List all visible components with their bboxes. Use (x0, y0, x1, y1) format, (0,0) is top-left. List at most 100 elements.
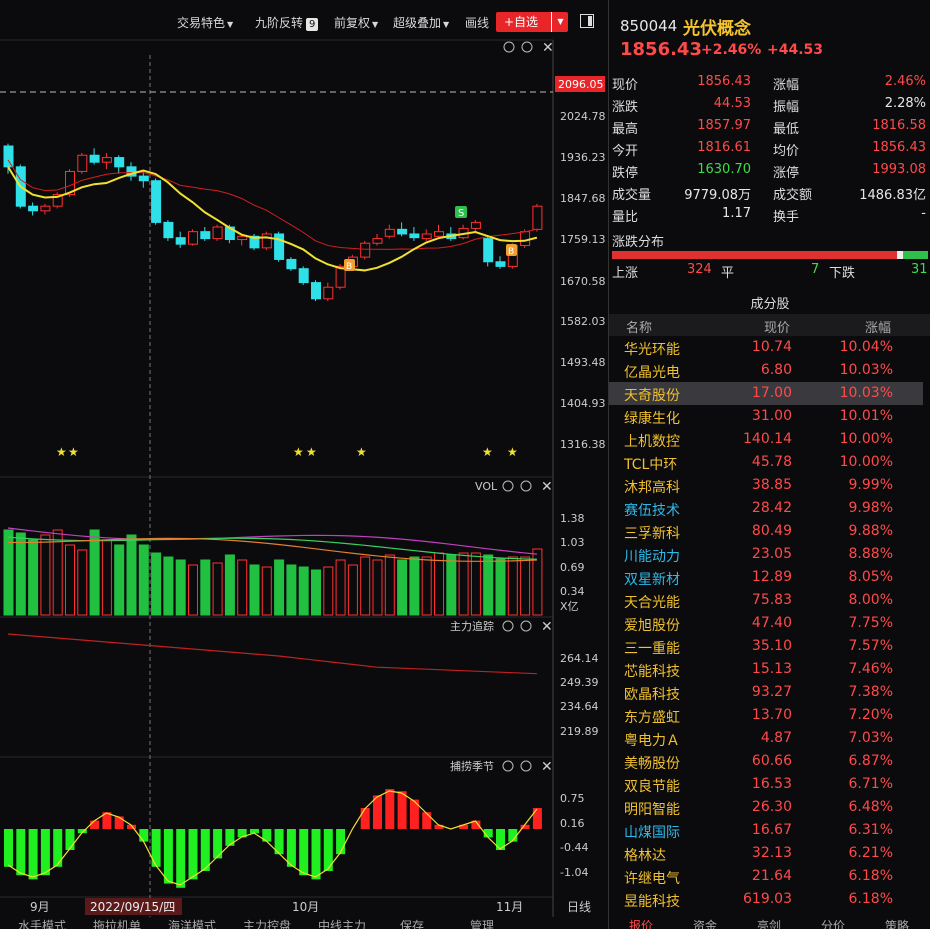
tab-tractor[interactable]: 拖拉机单 (93, 917, 141, 929)
constituent-row[interactable]: 华光环能 10.74 10.04% (609, 336, 923, 359)
constituent-change: 7.57% (848, 638, 893, 654)
candle[interactable] (274, 231, 285, 262)
col-change[interactable]: 涨幅 (865, 317, 891, 336)
constituent-row[interactable]: 赛伍技术 28.42 9.98% (609, 497, 923, 520)
constituent-change: 7.20% (848, 707, 893, 723)
tab-capital[interactable]: 资金 (693, 917, 717, 929)
info-icon[interactable] (520, 620, 532, 632)
constituent-row[interactable]: 三孚新科 80.49 9.88% (609, 520, 923, 543)
volume-bar (495, 558, 506, 616)
close-icon[interactable]: ✕ (541, 479, 553, 495)
candle[interactable] (40, 203, 51, 215)
constituent-row[interactable]: 山煤国际 16.67 6.31% (609, 819, 923, 842)
constituent-row[interactable]: 东方盛虹 13.70 7.20% (609, 704, 923, 727)
candle[interactable] (163, 220, 174, 241)
tab-ocean[interactable]: 海洋模式 (168, 917, 216, 929)
tab-sword[interactable]: 亮剑 (757, 917, 781, 929)
tab-midterm[interactable]: 中线主力 (318, 917, 366, 929)
volume-bar (138, 544, 149, 616)
candle[interactable] (495, 256, 506, 269)
constituent-row[interactable]: 明阳智能 26.30 6.48% (609, 796, 923, 819)
candle[interactable] (458, 224, 469, 240)
down-count: 31 (911, 262, 928, 277)
candle[interactable] (470, 220, 481, 232)
candle[interactable] (151, 178, 162, 225)
tab-sailor[interactable]: 水手模式 (18, 917, 66, 929)
candle[interactable] (397, 222, 408, 237)
candle[interactable] (89, 148, 100, 165)
constituent-row[interactable]: 昱能科技 619.03 6.18% (609, 888, 923, 911)
chart-area[interactable]: 交易特色 ▼ 九阶反转 9 前复权 ▼ 超级叠加 ▼ 画线 +自选 ▼ ★ ★ ★ ★ ★ ★ ★ S… (0, 0, 607, 929)
volume-bar (360, 556, 371, 616)
tab-manage[interactable]: 管理 (470, 917, 494, 929)
season-bar (28, 829, 38, 880)
constituent-row[interactable]: 许继电气 21.64 6.18% (609, 865, 923, 888)
price-tick-label: 1759.13 (560, 233, 606, 246)
candle[interactable] (212, 224, 223, 241)
candle[interactable] (532, 203, 543, 232)
constituent-row[interactable]: 沐邦高科 38.85 9.99% (609, 474, 923, 497)
settings-icon[interactable] (502, 760, 514, 772)
close-icon[interactable]: ✕ (541, 619, 553, 635)
candle[interactable] (384, 224, 395, 239)
constituent-row[interactable]: 美畅股份 60.66 6.87% (609, 750, 923, 773)
tab-save[interactable]: 保存 (400, 917, 424, 929)
close-icon[interactable]: ✕ (541, 759, 553, 775)
season-bar (286, 829, 296, 867)
volume-bar (175, 559, 186, 616)
candle[interactable] (261, 231, 272, 251)
constituent-row[interactable]: 绿康生化 31.00 10.01% (609, 405, 923, 428)
candle[interactable] (421, 229, 432, 241)
volume-bar (470, 552, 481, 616)
quote-label: 现价 (612, 78, 639, 93)
candle[interactable] (101, 152, 112, 170)
candle[interactable] (409, 227, 420, 241)
tab-quote[interactable]: 报价 (629, 917, 653, 929)
constituent-row[interactable]: 上机数控 140.14 10.00% (609, 428, 923, 451)
constituent-row[interactable]: 欧晶科技 93.27 7.38% (609, 681, 923, 704)
info-icon[interactable] (520, 760, 532, 772)
col-price[interactable]: 现价 (764, 317, 790, 336)
info-icon[interactable] (521, 41, 533, 53)
settings-icon[interactable] (502, 480, 514, 492)
col-name[interactable]: 名称 (626, 317, 652, 336)
constituent-row[interactable]: 三一重能 35.10 7.57% (609, 635, 923, 658)
candle[interactable] (360, 240, 371, 260)
candle[interactable] (126, 162, 137, 181)
info-icon[interactable] (520, 480, 532, 492)
constituent-row[interactable]: 天合光能 75.83 8.00% (609, 589, 923, 612)
candle[interactable] (446, 227, 457, 241)
settings-icon[interactable] (503, 41, 515, 53)
candle[interactable] (298, 266, 309, 285)
constituent-row[interactable]: 芯能科技 15.13 7.46% (609, 658, 923, 681)
constituent-row[interactable]: 亿晶光电 6.80 10.03% (609, 359, 923, 382)
constituent-row[interactable]: TCL中环 45.78 10.00% (609, 451, 923, 474)
constituent-row[interactable]: 双星新材 12.89 8.05% (609, 566, 923, 589)
tab-main-control[interactable]: 主力控盘 (243, 917, 291, 929)
constituent-row[interactable]: 爱旭股份 47.40 7.75% (609, 612, 923, 635)
vol-unit: X亿 (560, 600, 579, 613)
tab-strategy[interactable]: 策略 (885, 917, 909, 929)
kline-chart[interactable]: ★ ★ ★ ★ ★ ★ ★SBB VOL1.381.030.690.34X亿 主力追踪264… (0, 0, 607, 917)
constituent-row[interactable]: 粤电力Ａ 4.87 7.03% (609, 727, 923, 750)
constituent-row[interactable]: 格林达 32.13 6.21% (609, 842, 923, 865)
period-button[interactable]: 日线 (567, 900, 591, 914)
constituent-row[interactable]: 川能动力 23.05 8.88% (609, 543, 923, 566)
candle[interactable] (188, 229, 198, 246)
constituent-row[interactable]: 天奇股份 17.00 10.03% (609, 382, 923, 405)
candle[interactable] (372, 233, 383, 246)
candle[interactable] (114, 155, 125, 174)
candle[interactable] (286, 257, 297, 272)
close-icon[interactable]: ✕ (542, 40, 554, 56)
constituent-name: 双良节能 (624, 779, 680, 795)
candle[interactable] (28, 202, 39, 216)
candle[interactable] (311, 280, 321, 302)
candle[interactable] (483, 236, 494, 267)
tab-price-dist[interactable]: 分价 (821, 917, 845, 929)
settings-icon[interactable] (502, 620, 514, 632)
candle[interactable] (323, 282, 334, 302)
constituent-row[interactable]: 双良节能 16.53 6.71% (609, 773, 923, 796)
candle[interactable] (175, 231, 186, 248)
candle[interactable] (200, 227, 211, 241)
candle[interactable] (77, 152, 88, 174)
